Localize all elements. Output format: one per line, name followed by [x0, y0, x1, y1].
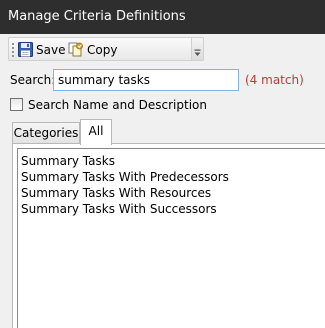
tab-categories[interactable]: Categories [12, 122, 80, 144]
window-title-bar: Manage Criteria Definitions [0, 0, 325, 34]
results-list[interactable]: Summary Tasks Summary Tasks With Predece… [17, 148, 325, 328]
toolbar: Save Copy [8, 37, 204, 61]
floppy-disk-icon [18, 42, 33, 57]
tab-all-label: All [88, 124, 104, 138]
match-count: (4 match) [245, 73, 304, 87]
list-item[interactable]: Summary Tasks With Predecessors [21, 169, 325, 185]
search-label: Search: [10, 73, 56, 87]
toolbar-overflow-button[interactable] [191, 38, 203, 60]
save-button[interactable]: Save [18, 40, 65, 59]
list-item[interactable]: Summary Tasks [21, 153, 325, 169]
search-name-description-option[interactable]: Search Name and Description [10, 97, 207, 112]
list-item[interactable]: Summary Tasks With Successors [21, 201, 325, 217]
copy-button[interactable]: Copy [68, 40, 117, 59]
save-button-label: Save [36, 42, 66, 57]
window-title: Manage Criteria Definitions [8, 9, 186, 24]
copy-icon [68, 42, 84, 57]
toolbar-grip-handle[interactable] [12, 42, 14, 57]
copy-button-label: Copy [87, 42, 118, 57]
tab-all[interactable]: All [80, 119, 112, 145]
search-name-description-checkbox[interactable] [10, 98, 23, 111]
tab-panel-all: Summary Tasks Summary Tasks With Predece… [12, 143, 325, 328]
tab-categories-label: Categories [13, 126, 79, 140]
search-name-description-label: Search Name and Description [28, 97, 207, 112]
search-input[interactable] [53, 69, 239, 91]
list-item[interactable]: Summary Tasks With Resources [21, 185, 325, 201]
